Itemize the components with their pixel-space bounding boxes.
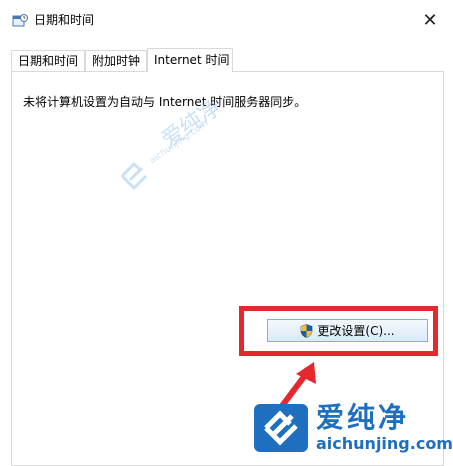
- brand-name-cn: 爱纯净: [316, 401, 410, 434]
- close-button[interactable]: ✕: [407, 0, 453, 40]
- tab-date-time[interactable]: 日期和时间: [11, 50, 85, 71]
- tab-internet-time[interactable]: Internet 时间: [147, 48, 233, 72]
- watermark-brand: 爱纯净 aichunjing.com: [252, 396, 453, 458]
- tab-additional-clocks[interactable]: 附加时钟: [85, 50, 147, 71]
- close-icon: ✕: [422, 9, 438, 31]
- uac-shield-icon: [301, 323, 313, 338]
- change-settings-label: 更改设置(C)...: [317, 324, 395, 338]
- brand-logo-icon: [254, 404, 308, 452]
- change-settings-button[interactable]: 更改设置(C)...: [267, 319, 428, 342]
- window-title: 日期和时间: [34, 13, 95, 27]
- title-bar: 日期和时间 ✕: [0, 0, 453, 40]
- watermark-logo-icon: [120, 161, 148, 191]
- clock-calendar-icon: [12, 14, 28, 27]
- brand-url: aichunjing.com: [316, 434, 453, 453]
- watermark-faded: 爱纯净 aichunjing.com: [118, 95, 238, 210]
- sync-status-text: 未将计算机设置为自动与 Internet 时间服务器同步。: [23, 95, 307, 109]
